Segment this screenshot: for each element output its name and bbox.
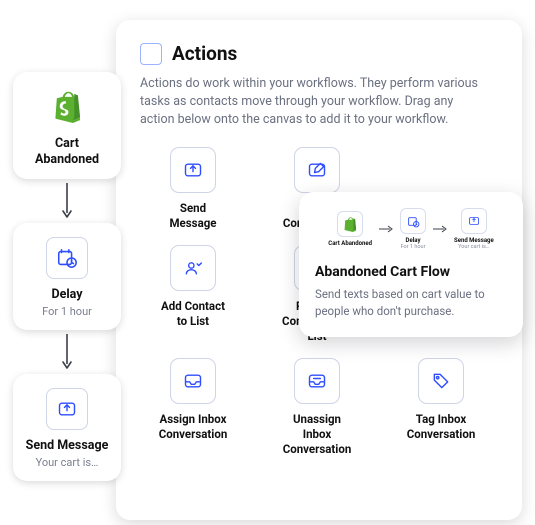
delay-icon — [46, 237, 88, 279]
send-message-icon — [170, 147, 216, 193]
send-message-icon — [46, 388, 88, 430]
panel-description: Actions do work within your workflows. T… — [140, 75, 480, 129]
workflow-step-title: Send Message — [23, 438, 111, 454]
mini-step-send-message: Send Message Your cart is… — [454, 208, 494, 250]
unassign-inbox-icon — [294, 358, 340, 404]
callout-mini-flow: Cart Abandoned Delay For 1 hour Send Mes… — [315, 208, 507, 250]
mini-title: Delay — [406, 237, 421, 244]
workflow-step-delay[interactable]: Delay For 1 hour — [13, 223, 121, 330]
workflow-step-send-message[interactable]: Send Message Your cart is… — [13, 374, 121, 481]
workflow-column: Cart Abandoned Delay For 1 hour Send Mes… — [12, 72, 122, 481]
mini-step-cart-abandoned: Cart Abandoned — [328, 211, 372, 247]
action-assign-inbox[interactable]: Assign Inbox Conversation — [140, 358, 246, 457]
arrow-down-icon — [60, 179, 74, 223]
mini-title: Cart Abandoned — [328, 240, 372, 247]
action-send-message[interactable]: Send Message — [140, 147, 246, 231]
action-unassign-inbox[interactable]: Unassign Inbox Conversation — [264, 358, 370, 457]
shopify-bag-icon — [337, 211, 363, 237]
callout-card[interactable]: Cart Abandoned Delay For 1 hour Send Mes… — [299, 192, 523, 337]
action-tag-inbox[interactable]: Tag Inbox Conversation — [388, 358, 494, 457]
send-message-icon — [461, 208, 487, 234]
mini-step-delay: Delay For 1 hour — [400, 208, 426, 250]
action-label: Unassign Inbox Conversation — [283, 412, 352, 457]
panel-title: Actions — [172, 42, 237, 65]
workflow-step-cart-abandoned[interactable]: Cart Abandoned — [13, 72, 121, 179]
workflow-step-title: Cart Abandoned — [23, 136, 111, 167]
workflow-step-sub: For 1 hour — [23, 305, 111, 318]
workflow-step-sub: Your cart is… — [23, 456, 111, 469]
tag-inbox-icon — [418, 358, 464, 404]
action-label: Assign Inbox Conversation — [159, 412, 228, 442]
arrow-right-icon — [378, 225, 394, 233]
assign-inbox-icon — [170, 358, 216, 404]
action-label: Tag Inbox Conversation — [407, 412, 476, 442]
callout-description: Send texts based on cart value to people… — [315, 286, 507, 319]
arrow-down-icon — [60, 330, 74, 374]
action-label: Send Message — [169, 201, 216, 231]
add-contact-list-icon — [170, 245, 216, 291]
shopify-bag-icon — [46, 86, 88, 128]
action-add-contact-to-list[interactable]: Add Contact to List — [140, 245, 246, 344]
action-label: Add Contact to List — [161, 299, 225, 329]
workflow-step-title: Delay — [23, 287, 111, 303]
delay-icon — [400, 208, 426, 234]
arrow-right-icon — [432, 225, 448, 233]
update-contact-icon — [294, 147, 340, 193]
mini-title: Send Message — [454, 237, 494, 244]
mini-sub: Your cart is… — [458, 244, 489, 250]
mini-sub: For 1 hour — [401, 244, 426, 250]
actions-checkbox-icon — [140, 43, 162, 65]
callout-title: Abandoned Cart Flow — [315, 264, 507, 280]
